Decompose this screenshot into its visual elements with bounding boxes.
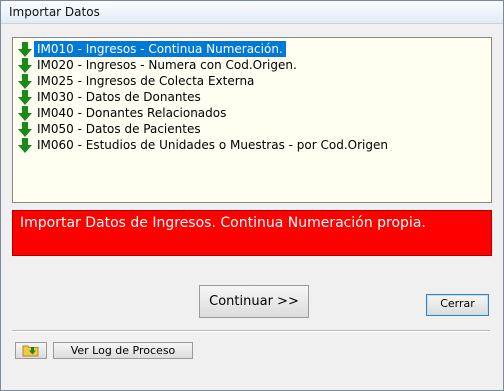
importar-datos-window: Importar Datos IM010 - Ingresos - Contin…: [0, 0, 504, 391]
list-item-label: IM040 - Donantes Relacionados: [37, 106, 227, 120]
folder-arrow-icon: [22, 345, 39, 357]
window-title: Importar Datos: [9, 5, 100, 19]
green-down-arrow-icon: [18, 90, 32, 105]
list-item-label: IM060 - Estudios de Unidades o Muestras …: [37, 138, 388, 152]
description-text: Importar Datos de Ingresos. Continua Num…: [20, 215, 426, 231]
list-item-label: IM030 - Datos de Donantes: [37, 90, 201, 104]
green-down-arrow-icon: [18, 122, 32, 137]
list-item[interactable]: IM030 - Datos de Donantes: [16, 89, 488, 105]
ver-log-button-label: Ver Log de Proceso: [70, 344, 176, 357]
folder-button[interactable]: [15, 342, 47, 359]
list-item-label: IM025 - Ingresos de Colecta Externa: [37, 74, 255, 88]
green-down-arrow-icon: [18, 42, 32, 57]
list-item[interactable]: IM020 - Ingresos - Numera con Cod.Origen…: [16, 57, 488, 73]
green-down-arrow-icon: [18, 74, 32, 89]
green-down-arrow-icon: [18, 106, 32, 121]
list-item[interactable]: IM010 - Ingresos - Continua Numeración.: [16, 41, 488, 57]
green-down-arrow-icon: [18, 58, 32, 73]
continuar-button-label: Continuar >>: [209, 294, 299, 309]
list-item[interactable]: IM025 - Ingresos de Colecta Externa: [16, 73, 488, 89]
list-item[interactable]: IM060 - Estudios de Unidades o Muestras …: [16, 137, 488, 153]
import-options-list[interactable]: IM010 - Ingresos - Continua Numeración. …: [12, 37, 492, 203]
list-item[interactable]: IM040 - Donantes Relacionados: [16, 105, 488, 121]
ver-log-button[interactable]: Ver Log de Proceso: [53, 342, 193, 359]
continuar-button[interactable]: Continuar >>: [199, 285, 309, 318]
list-item-label: IM010 - Ingresos - Continua Numeración.: [34, 41, 286, 57]
cerrar-button-label: Cerrar: [440, 297, 475, 310]
list-item-label: IM050 - Datos de Pacientes: [37, 122, 201, 136]
title-bar: Importar Datos: [1, 1, 503, 24]
cerrar-button[interactable]: Cerrar: [426, 294, 489, 316]
list-item[interactable]: IM050 - Datos de Pacientes: [16, 121, 488, 137]
list-item-label: IM020 - Ingresos - Numera con Cod.Origen…: [37, 58, 297, 72]
green-down-arrow-icon: [18, 138, 32, 153]
separator: [12, 330, 490, 332]
description-panel: Importar Datos de Ingresos. Continua Num…: [12, 210, 492, 256]
